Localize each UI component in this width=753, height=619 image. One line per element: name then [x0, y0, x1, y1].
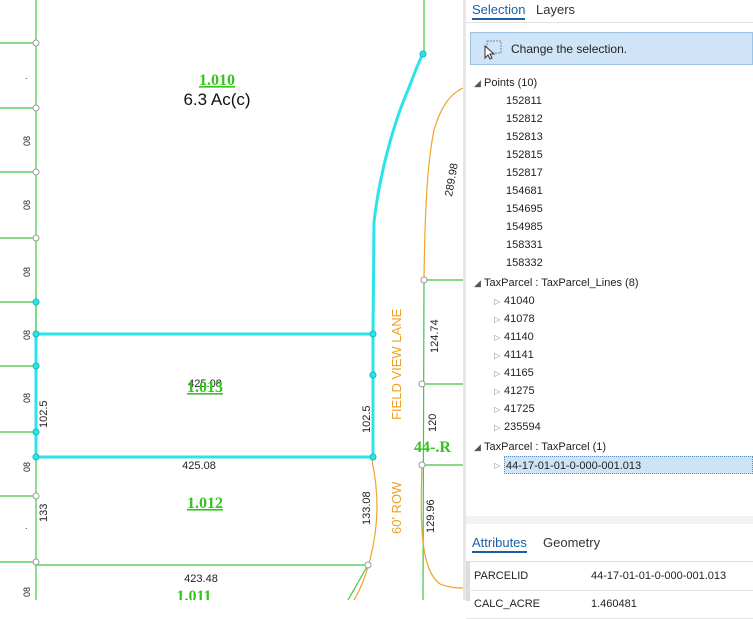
parcel-label-1013: 1.013 [187, 379, 223, 396]
list-item[interactable]: 158332 [506, 254, 543, 272]
dim-289-98: 289.98 [443, 162, 461, 197]
parcel-label-partial: 44-.R [414, 439, 451, 456]
list-item[interactable]: 152817 [506, 164, 543, 182]
dim-133-08: 133.08 [361, 491, 373, 525]
list-item-label: 41078 [504, 313, 535, 325]
selected-vertices [32, 50, 427, 461]
selection-panel: Selection Layers Change the selection. ◢… [466, 0, 753, 619]
attribute-table: PARCELID 44-17-01-01-0-000-001.013 CALC_… [466, 561, 753, 619]
list-item[interactable]: 154681 [506, 182, 543, 200]
tabs-divider [466, 22, 753, 23]
dim-425-08: 425.08 [182, 460, 216, 472]
edge-dim-3: 08 [22, 267, 32, 277]
list-item[interactable]: 154985 [506, 218, 543, 236]
list-item-label: 41275 [504, 385, 535, 397]
expand-caret-icon[interactable]: ▷ [494, 347, 504, 365]
edge-dim-5: 08 [22, 393, 32, 403]
edge-dim-1: 08 [22, 136, 32, 146]
expand-caret-icon[interactable]: ▷ [494, 383, 504, 401]
dim-102-5-left: 102.5 [38, 400, 50, 428]
dim-423-48: 423.48 [184, 573, 218, 585]
collapse-caret-icon[interactable]: ◢ [474, 274, 484, 292]
dim-124-74: 124.74 [429, 319, 441, 353]
tree-group-label: TaxParcel : TaxParcel (1) [484, 441, 607, 453]
tree-group-taxparcel[interactable]: ◢ TaxParcel : TaxParcel (1) [474, 438, 606, 456]
tree-group-parcel-lines[interactable]: ◢ TaxParcel : TaxParcel_Lines (8) [474, 274, 638, 292]
table-row[interactable]: PARCELID 44-17-01-01-0-000-001.013 [466, 562, 753, 591]
tree-group-points[interactable]: ◢ Points (10) [474, 74, 537, 92]
list-item[interactable]: ▷ 41040 [494, 292, 535, 310]
row-width-label: 60' ROW [389, 481, 404, 534]
expand-caret-icon[interactable]: ▷ [494, 329, 504, 347]
road-name-label: FIELD VIEW LANE [389, 308, 404, 420]
edge-dim-4: 08 [22, 330, 32, 340]
panel-divider[interactable] [466, 516, 753, 524]
list-item[interactable]: ▷ 41725 [494, 400, 535, 418]
tab-attributes[interactable]: Attributes [472, 535, 527, 553]
list-item[interactable]: 152815 [506, 146, 543, 164]
panel-tabs: Selection Layers [466, 0, 753, 24]
edge-dot-2: . [25, 521, 28, 531]
attribute-tabs: Attributes Geometry [466, 533, 753, 555]
list-item-label: 41140 [504, 331, 534, 343]
dim-133: 133 [38, 504, 50, 522]
change-selection-button[interactable]: Change the selection. [470, 32, 753, 65]
edge-dot-1: . [25, 71, 28, 81]
list-item-label: 235594 [504, 421, 541, 433]
parcel-label-1011: 1.011 [176, 588, 211, 600]
collapse-caret-icon[interactable]: ◢ [474, 438, 484, 456]
table-row[interactable]: CALC_ACRE 1.460481 [466, 590, 753, 619]
list-item[interactable]: ▷ 41140 [494, 328, 534, 346]
tree-group-label: Points (10) [484, 77, 538, 89]
parcel-area-1010: 6.3 Ac(c) [183, 90, 250, 109]
edge-dim-2: 08 [22, 200, 32, 210]
parcel-label-1012: 1.012 [187, 495, 223, 512]
list-item[interactable]: ▷ 235594 [494, 418, 541, 436]
expand-caret-icon[interactable]: ▷ [494, 401, 504, 419]
tree-group-label: TaxParcel : TaxParcel_Lines (8) [484, 277, 639, 289]
tab-selection[interactable]: Selection [472, 2, 526, 20]
selected-parcel-outline[interactable] [34, 53, 425, 459]
selection-pointer-icon [484, 40, 502, 60]
dim-102-5-right: 102.5 [361, 405, 373, 433]
parcel-label-1010: 1.010 [199, 72, 235, 89]
list-item[interactable]: ▷ 41078 [494, 310, 535, 328]
expand-caret-icon[interactable]: ▷ [494, 365, 504, 383]
tab-layers[interactable]: Layers [536, 2, 575, 17]
map-view[interactable]: 1.010 6.3 Ac(c) 425.08 1.013 1.012 1.011… [0, 0, 463, 600]
expand-caret-icon[interactable]: ▷ [494, 457, 504, 475]
list-item[interactable]: 152813 [506, 128, 543, 146]
list-item[interactable]: 152812 [506, 110, 543, 128]
list-item-label: 41040 [504, 295, 535, 307]
list-item[interactable]: ▷ 41141 [494, 346, 534, 364]
list-item[interactable]: 152811 [506, 92, 542, 110]
parcel-vertices [32, 39, 428, 569]
list-item[interactable]: ▷ 41275 [494, 382, 535, 400]
collapse-caret-icon[interactable]: ◢ [474, 74, 484, 92]
dim-129-96: 129.96 [425, 499, 437, 533]
list-item-label: 41725 [504, 403, 535, 415]
list-item[interactable]: 158331 [506, 236, 543, 254]
list-item-label: 41141 [504, 349, 534, 361]
selected-parcel-item[interactable]: 44-17-01-01-0-000-001.013 [504, 456, 753, 474]
list-item-label: 41165 [504, 367, 534, 379]
expand-caret-icon[interactable]: ▷ [494, 419, 504, 437]
dim-120: 120 [427, 414, 439, 432]
list-item[interactable]: 154695 [506, 200, 543, 218]
expand-caret-icon[interactable]: ▷ [494, 311, 504, 329]
list-item-selected[interactable]: ▷ [494, 456, 504, 474]
change-selection-label: Change the selection. [511, 42, 628, 56]
tab-geometry[interactable]: Geometry [543, 535, 600, 550]
list-item[interactable]: ▷ 41165 [494, 364, 534, 382]
edge-dim-6: 08 [22, 462, 32, 472]
edge-dim-7: 08 [22, 587, 32, 597]
attribute-value[interactable]: 44-17-01-01-0-000-001.013 [591, 570, 726, 582]
expand-caret-icon[interactable]: ▷ [494, 293, 504, 311]
attribute-field: PARCELID [474, 570, 529, 582]
